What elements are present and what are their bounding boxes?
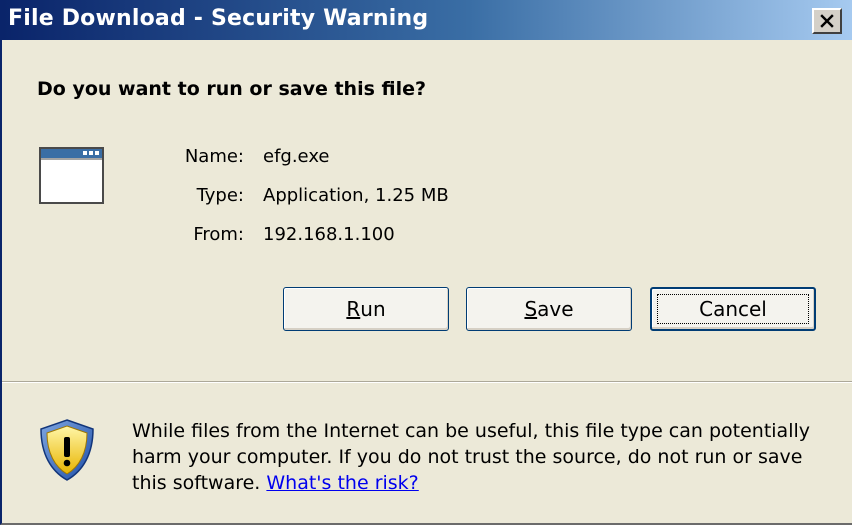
dialog-question: Do you want to run or save this file? <box>37 78 427 100</box>
security-warning-dialog: File Download - Security Warning Do you … <box>0 0 852 525</box>
from-label: From: <box>193 224 244 245</box>
window-title: File Download - Security Warning <box>8 6 429 31</box>
close-button[interactable] <box>812 8 842 34</box>
from-value: 192.168.1.100 <box>263 224 395 245</box>
title-bar[interactable]: File Download - Security Warning <box>2 0 852 40</box>
type-value: Application, 1.25 MB <box>263 185 449 206</box>
warning-text: While files from the Internet can be use… <box>132 420 811 494</box>
save-button[interactable]: Save <box>466 287 632 331</box>
whats-the-risk-link[interactable]: What's the risk? <box>266 472 418 494</box>
security-warning-message: While files from the Internet can be use… <box>132 418 832 496</box>
save-mnemonic: S <box>524 297 538 321</box>
shield-warning-icon <box>40 419 94 481</box>
run-button[interactable]: Run <box>283 287 449 331</box>
name-row: Name: efg.exe <box>2 146 852 170</box>
run-mnemonic: R <box>346 297 361 321</box>
close-icon <box>820 14 834 28</box>
name-label: Name: <box>184 146 244 167</box>
run-label-rest: un <box>360 297 386 321</box>
save-label-rest: ave <box>537 297 574 321</box>
type-label: Type: <box>196 185 244 206</box>
type-row: Type: Application, 1.25 MB <box>2 185 852 209</box>
cancel-button[interactable]: Cancel <box>650 287 816 331</box>
from-row: From: 192.168.1.100 <box>2 224 852 248</box>
name-value: efg.exe <box>263 146 330 167</box>
section-divider-highlight <box>2 382 852 383</box>
cancel-label: Cancel <box>699 297 767 321</box>
